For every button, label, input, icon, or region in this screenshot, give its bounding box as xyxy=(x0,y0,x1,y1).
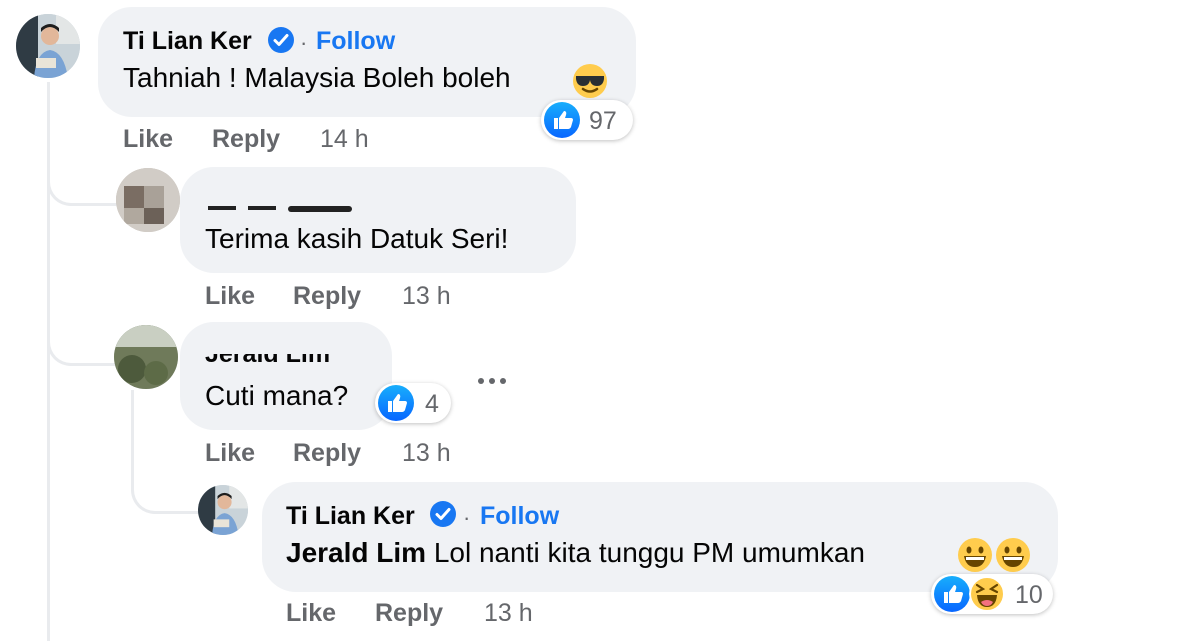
like-button[interactable]: Like xyxy=(123,125,173,154)
like-button[interactable]: Like xyxy=(286,599,336,628)
thread-line-main xyxy=(47,82,50,641)
like-reaction-icon xyxy=(378,385,414,421)
avatar[interactable] xyxy=(198,485,248,535)
like-reaction-icon xyxy=(544,102,580,138)
reaction-count: 4 xyxy=(425,390,439,418)
haha-reaction-icon xyxy=(969,576,1005,612)
avatar[interactable] xyxy=(114,325,178,389)
avatar[interactable] xyxy=(116,168,180,232)
comment-bubble xyxy=(180,167,576,273)
thread-line-sub xyxy=(131,390,134,490)
timestamp[interactable]: 13 h xyxy=(484,599,533,628)
reaction-count: 97 xyxy=(589,107,617,135)
reaction-summary[interactable]: 10 xyxy=(931,574,1053,614)
mention-tag[interactable]: Jerald Lim xyxy=(286,537,426,568)
comment-text: Tahniah ! Malaysia Boleh boleh xyxy=(123,62,511,93)
reaction-count: 10 xyxy=(1015,581,1043,609)
reaction-summary[interactable]: 4 xyxy=(375,383,451,423)
reply-button[interactable]: Reply xyxy=(212,125,280,154)
comment-text: Lol nanti kita tunggu PM umumkan xyxy=(433,537,865,568)
reply-button[interactable]: Reply xyxy=(293,439,361,468)
thread-branch-3 xyxy=(131,483,200,514)
timestamp[interactable]: 14 h xyxy=(320,125,369,154)
more-options-icon[interactable] xyxy=(476,376,508,386)
avatar[interactable] xyxy=(16,14,80,78)
comment-text-line: Jerald Lim Lol nanti kita tunggu PM umum… xyxy=(286,537,865,569)
verified-badge-icon xyxy=(268,27,294,53)
follow-link[interactable]: Follow xyxy=(316,27,395,56)
comment-text: Terima kasih Datuk Seri! xyxy=(205,223,509,254)
thread-branch-1 xyxy=(47,175,120,206)
reaction-summary[interactable]: 97 xyxy=(541,100,633,140)
author-name[interactable]: Ti Lian Ker xyxy=(286,502,415,531)
comment-bubble xyxy=(180,322,392,430)
follow-link[interactable]: Follow xyxy=(480,502,559,531)
thread-branch-2 xyxy=(47,335,120,366)
author-name-redacted xyxy=(208,206,354,213)
sunglasses-emoji-icon xyxy=(573,64,607,98)
author-name[interactable]: Ti Lian Ker xyxy=(123,27,252,56)
reply-button[interactable]: Reply xyxy=(375,599,443,628)
separator: · xyxy=(300,30,308,55)
grinning-emoji-icon xyxy=(958,538,992,572)
verified-badge-icon xyxy=(430,501,456,527)
reply-button[interactable]: Reply xyxy=(293,282,361,311)
separator: · xyxy=(463,505,471,530)
comment-text: Cuti mana? xyxy=(205,380,349,411)
timestamp[interactable]: 13 h xyxy=(402,439,451,468)
grinning-emoji-icon xyxy=(996,538,1030,572)
like-button[interactable]: Like xyxy=(205,439,255,468)
timestamp[interactable]: 13 h xyxy=(402,282,451,311)
like-button[interactable]: Like xyxy=(205,282,255,311)
like-reaction-icon xyxy=(934,576,970,612)
